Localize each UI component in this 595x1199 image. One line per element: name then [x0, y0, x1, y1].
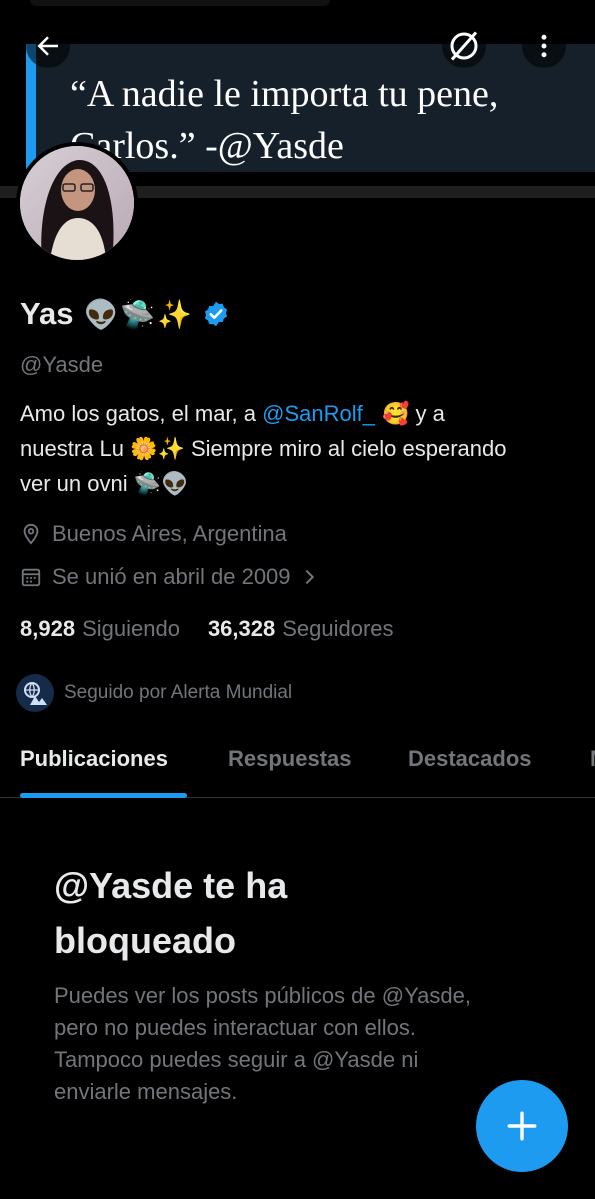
following-count: 8,928: [20, 616, 76, 641]
compose-post-button[interactable]: [476, 1080, 568, 1172]
location-text: Buenos Aires, Argentina: [52, 521, 287, 546]
profile-tabs: Publicaciones Respuestas Destacados M: [0, 730, 595, 798]
tab-destacados[interactable]: Destacados: [408, 746, 532, 772]
avatar-photo: [20, 146, 134, 260]
muted-toggle-button[interactable]: [442, 24, 486, 68]
back-button[interactable]: [26, 24, 70, 68]
tab-respuestas[interactable]: Respuestas: [228, 746, 352, 772]
follow-stats: 8,928 Siguiendo 36,328 Seguidores: [20, 613, 394, 645]
tab-publicaciones[interactable]: Publicaciones: [20, 746, 168, 772]
arrow-left-icon: [37, 36, 58, 56]
profile-avatar[interactable]: [16, 142, 138, 264]
followers-label: Seguidores: [282, 616, 394, 641]
following-label: Siguiendo: [82, 616, 180, 641]
active-tab-indicator: [20, 793, 187, 798]
bio-text: y a: [409, 401, 445, 426]
chevron-right-icon: [305, 569, 314, 585]
follower-avatar: [16, 674, 54, 712]
profile-bio: Amo los gatos, el mar, a @SanRolf_ 🥰 y a…: [20, 397, 580, 502]
followers-count: 36,328: [207, 616, 276, 641]
verified-badge-icon[interactable]: [202, 300, 230, 328]
profile-join-date[interactable]: Se unió en abril de 2009: [20, 562, 329, 592]
vertical-dots-icon: [541, 34, 547, 58]
bio-text: ver un ovni: [20, 471, 134, 496]
followed-by-text: Seguido por Alerta Mundial: [64, 682, 293, 703]
calendar-icon: [21, 568, 41, 587]
blocked-title: @Yasde te ha bloqueado: [54, 858, 454, 968]
bio-text: Amo los gatos, el mar, a: [20, 401, 263, 426]
globe-logo-icon: [24, 682, 47, 705]
blocked-description: Puedes ver los posts públicos de @Yasde,…: [54, 980, 554, 1108]
more-options-button[interactable]: [522, 24, 566, 68]
banner-quote: “A nadie le importa tu pene, Carlos.” -@…: [70, 68, 595, 172]
tab-media[interactable]: M: [590, 746, 595, 772]
profile-name-emoji: 👽🛸✨: [83, 297, 195, 331]
status-bar-remnant: [30, 0, 330, 6]
profile-handle: @Yasde: [20, 352, 104, 377]
bio-line: ver un ovni 🛸👽: [20, 467, 580, 502]
blocked-body-line: Puedes ver los posts públicos de @Yasde,: [54, 983, 471, 1008]
bio-text: nuestra Lu: [20, 436, 131, 461]
banner-quote-line: “A nadie le importa tu pene,: [70, 73, 499, 115]
location-pin-icon: [23, 523, 39, 545]
bio-line: Amo los gatos, el mar, a @SanRolf_ 🥰 y a: [20, 397, 580, 432]
banner-quote-line: Carlos.” -@Yasde: [70, 125, 344, 167]
bio-emoji: 🌼✨: [130, 437, 185, 462]
blocked-body-line: enviarle mensajes.: [54, 1079, 238, 1104]
blocked-title-line: @Yasde te ha: [54, 865, 288, 906]
blocked-title-line: bloqueado: [54, 920, 236, 961]
profile-name-row: Yas 👽🛸✨: [20, 292, 230, 336]
bio-emoji: 🥰: [374, 402, 410, 427]
plus-icon: [507, 1111, 537, 1141]
bio-mention-link[interactable]: @SanRolf_: [262, 401, 375, 426]
slash-circle-icon: [450, 31, 478, 61]
followers-link[interactable]: 36,328 Seguidores: [208, 616, 394, 642]
bio-emoji: 🛸👽: [133, 472, 189, 497]
blocked-body-line: Tampoco puedes seguir a @Yasde ni: [54, 1047, 419, 1072]
profile-location: Buenos Aires, Argentina: [20, 519, 287, 549]
bio-text: Siempre miro al cielo esperando: [184, 436, 507, 461]
join-date-text: Se unió en abril de 2009: [52, 564, 291, 589]
followed-by-row[interactable]: Seguido por Alerta Mundial: [16, 674, 292, 712]
following-link[interactable]: 8,928 Siguiendo: [20, 616, 180, 642]
blocked-body-line: pero no puedes interactuar con ellos.: [54, 1015, 417, 1040]
profile-name: Yas: [20, 296, 74, 331]
bio-line: nuestra Lu 🌼✨ Siempre miro al cielo espe…: [20, 432, 580, 467]
